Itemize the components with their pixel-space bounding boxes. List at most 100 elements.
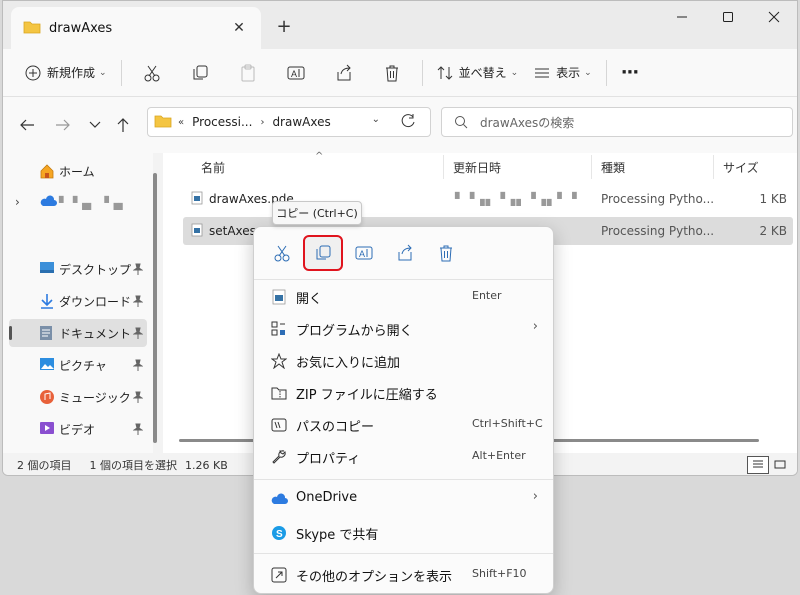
column-divider[interactable] xyxy=(713,155,714,179)
nav-item-documents[interactable]: ドキュメント xyxy=(9,319,147,347)
navigation-pane: ホーム › ▘▝▗▖ ▝▗▖ デスクトップ ダウンロード ドキュメント ピクチャ… xyxy=(3,153,153,453)
chevron-down-icon[interactable]: ⌄ xyxy=(372,114,380,125)
file-size: 2 KB xyxy=(759,224,787,238)
nav-item-videos[interactable]: ビデオ xyxy=(9,415,147,443)
python-file-icon xyxy=(191,191,203,208)
search-box[interactable]: drawAxesの検索 xyxy=(441,107,793,137)
chevron-down-icon xyxy=(89,121,101,128)
nav-item-label: ▘▝▗▖ ▝▗▖ xyxy=(59,196,128,210)
close-window-button[interactable] xyxy=(751,1,797,33)
more-options-button[interactable]: ··· xyxy=(613,55,647,91)
status-selected-size: 1.26 KB xyxy=(185,458,228,472)
menu-item-skype-share[interactable]: S Skype で共有 xyxy=(262,517,546,547)
folder-icon xyxy=(154,114,172,131)
folder-icon xyxy=(23,20,41,37)
chevron-right-icon: › xyxy=(532,319,538,334)
video-icon xyxy=(39,421,55,438)
svg-text:S: S xyxy=(276,529,283,540)
sort-button[interactable]: 並べ替え ⌄ xyxy=(429,55,527,91)
nav-item-desktop[interactable]: デスクトップ xyxy=(9,255,147,283)
view-button[interactable]: 表示 ⌄ xyxy=(526,55,600,91)
column-header-date[interactable]: 更新日時 xyxy=(453,159,501,176)
home-icon xyxy=(39,163,55,182)
details-view-button[interactable] xyxy=(747,456,769,474)
copy-button[interactable] xyxy=(176,55,224,91)
recent-locations-button[interactable] xyxy=(83,113,107,137)
menu-item-more-options[interactable]: その他のオプションを表示 Shift+F10 xyxy=(262,559,546,589)
menu-item-compress-zip[interactable]: ZIP ファイルに圧縮する xyxy=(262,377,546,407)
column-header-name[interactable]: 名前 xyxy=(201,159,225,176)
context-share-button[interactable] xyxy=(385,235,425,271)
list-view-icon xyxy=(535,68,550,77)
onedrive-cloud-icon xyxy=(270,490,288,508)
column-header-size[interactable]: サイズ xyxy=(723,159,759,176)
chevron-down-icon: ⌄ xyxy=(510,67,519,78)
pin-icon xyxy=(132,295,144,310)
wrench-icon xyxy=(270,448,288,466)
nav-item-downloads[interactable]: ダウンロード xyxy=(9,287,147,315)
nav-item-label: ドキュメント xyxy=(59,326,132,341)
nav-item-pictures[interactable]: ピクチャ xyxy=(9,351,147,379)
expand-icon xyxy=(270,566,288,584)
menu-item-label: ZIP ファイルに圧縮する xyxy=(296,388,438,403)
pin-icon xyxy=(132,359,144,374)
new-tab-button[interactable]: + xyxy=(271,13,297,39)
nav-item-label: ホーム xyxy=(59,164,95,179)
scissors-icon xyxy=(144,65,160,81)
delete-button[interactable] xyxy=(368,55,416,91)
menu-item-copy-path[interactable]: パスのコピー Ctrl+Shift+C xyxy=(262,409,546,439)
menu-item-shortcut: Shift+F10 xyxy=(472,567,527,580)
new-button[interactable]: 新規作成 ⌄ xyxy=(17,55,115,91)
context-cut-button[interactable] xyxy=(262,235,302,271)
back-button[interactable] xyxy=(15,113,39,137)
desktop-icon xyxy=(39,261,55,278)
share-icon xyxy=(337,64,351,80)
overflow-chevron[interactable]: « xyxy=(178,117,184,128)
menu-item-label: プログラムから開く xyxy=(296,324,413,339)
tab-title: drawAxes xyxy=(49,20,113,36)
close-tab-icon[interactable]: ✕ xyxy=(227,16,251,40)
address-bar[interactable]: « Processi... › drawAxes ⌄ xyxy=(147,107,431,137)
rename-button[interactable]: A xyxy=(272,55,320,91)
context-rename-button[interactable]: A xyxy=(344,235,384,271)
menu-item-open-with[interactable]: プログラムから開く › xyxy=(262,313,546,343)
forward-button[interactable] xyxy=(51,113,75,137)
minimize-button[interactable] xyxy=(659,1,705,33)
breadcrumb-draw-axes[interactable]: drawAxes xyxy=(272,115,330,129)
nav-pane-scrollbar[interactable] xyxy=(153,173,157,443)
context-copy-button[interactable] xyxy=(303,235,343,271)
menu-item-shortcut: Alt+Enter xyxy=(472,449,526,462)
menu-item-onedrive[interactable]: OneDrive › xyxy=(262,483,546,513)
nav-item-home[interactable]: ホーム xyxy=(9,157,147,185)
context-delete-button[interactable] xyxy=(426,235,466,271)
file-date: ▘▝▗▖▝▗▖▝▗▖▘▝ xyxy=(455,192,578,206)
menu-divider xyxy=(254,279,553,280)
menu-item-add-favorite[interactable]: お気に入りに追加 xyxy=(262,345,546,375)
breadcrumb-separator[interactable]: › xyxy=(260,117,264,128)
view-button-label: 表示 xyxy=(556,66,581,80)
nav-item-music[interactable]: ミュージック xyxy=(9,383,147,411)
up-button[interactable] xyxy=(111,113,135,137)
tiles-view-button[interactable] xyxy=(769,456,791,474)
pin-icon xyxy=(132,423,144,438)
tab-draw-axes[interactable]: drawAxes ✕ xyxy=(11,7,261,49)
nav-item-label: ビデオ xyxy=(59,422,96,437)
menu-item-properties[interactable]: プロパティ Alt+Enter xyxy=(262,441,546,471)
menu-item-label: その他のオプションを表示 xyxy=(296,570,453,585)
file-size: 1 KB xyxy=(759,192,787,206)
nav-item-onedrive[interactable]: › ▘▝▗▖ ▝▗▖ xyxy=(9,189,147,217)
refresh-icon[interactable] xyxy=(400,113,416,132)
paste-button[interactable] xyxy=(224,55,272,91)
chevron-down-icon: ⌄ xyxy=(99,67,107,78)
column-divider[interactable] xyxy=(591,155,592,179)
cut-button[interactable] xyxy=(128,55,176,91)
maximize-button[interactable] xyxy=(705,1,751,33)
column-divider[interactable] xyxy=(443,155,444,179)
tiles-view-icon xyxy=(774,460,786,469)
file-type: Processing Pytho... xyxy=(601,224,715,238)
breadcrumb-processing[interactable]: Processi... xyxy=(192,115,252,129)
svg-text:A: A xyxy=(291,69,297,79)
share-button[interactable] xyxy=(320,55,368,91)
menu-item-open[interactable]: 開く Enter xyxy=(262,281,546,311)
column-header-type[interactable]: 種類 xyxy=(601,159,625,176)
